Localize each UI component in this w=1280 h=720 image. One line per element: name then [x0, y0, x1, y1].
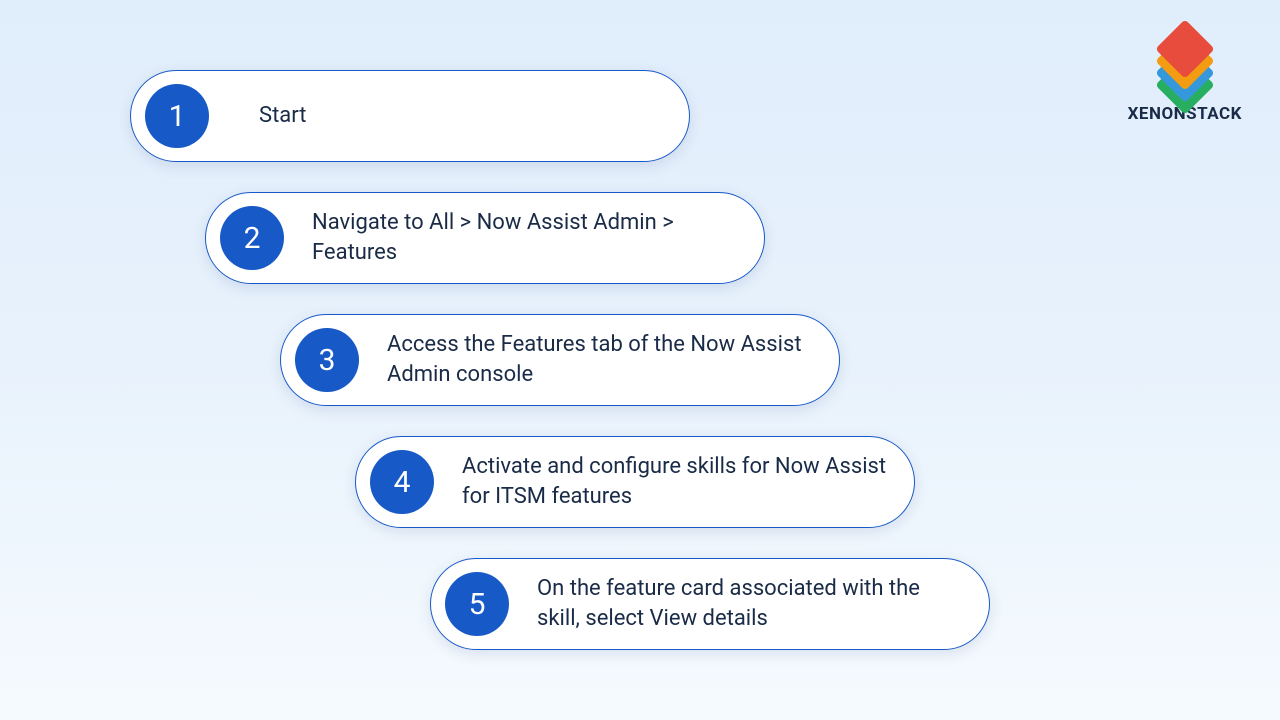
- step-number-badge: 1: [145, 84, 209, 148]
- step-text: Start: [259, 101, 306, 131]
- step-item-4: 4 Activate and configure skills for Now …: [355, 436, 915, 528]
- step-number-badge: 5: [445, 572, 509, 636]
- stack-icon: [1150, 28, 1220, 98]
- step-number-badge: 4: [370, 450, 434, 514]
- step-item-2: 2 Navigate to All > Now Assist Admin > F…: [205, 192, 765, 284]
- step-text: On the feature card associated with the …: [537, 574, 965, 633]
- step-item-1: 1 Start: [130, 70, 690, 162]
- step-text: Activate and configure skills for Now As…: [462, 452, 890, 511]
- step-number-badge: 3: [295, 328, 359, 392]
- step-number-badge: 2: [220, 206, 284, 270]
- step-text: Navigate to All > Now Assist Admin > Fea…: [312, 208, 740, 267]
- brand-logo: XENONSTACK: [1128, 28, 1242, 124]
- step-item-5: 5 On the feature card associated with th…: [430, 558, 990, 650]
- step-item-3: 3 Access the Features tab of the Now Ass…: [280, 314, 840, 406]
- step-text: Access the Features tab of the Now Assis…: [387, 330, 815, 389]
